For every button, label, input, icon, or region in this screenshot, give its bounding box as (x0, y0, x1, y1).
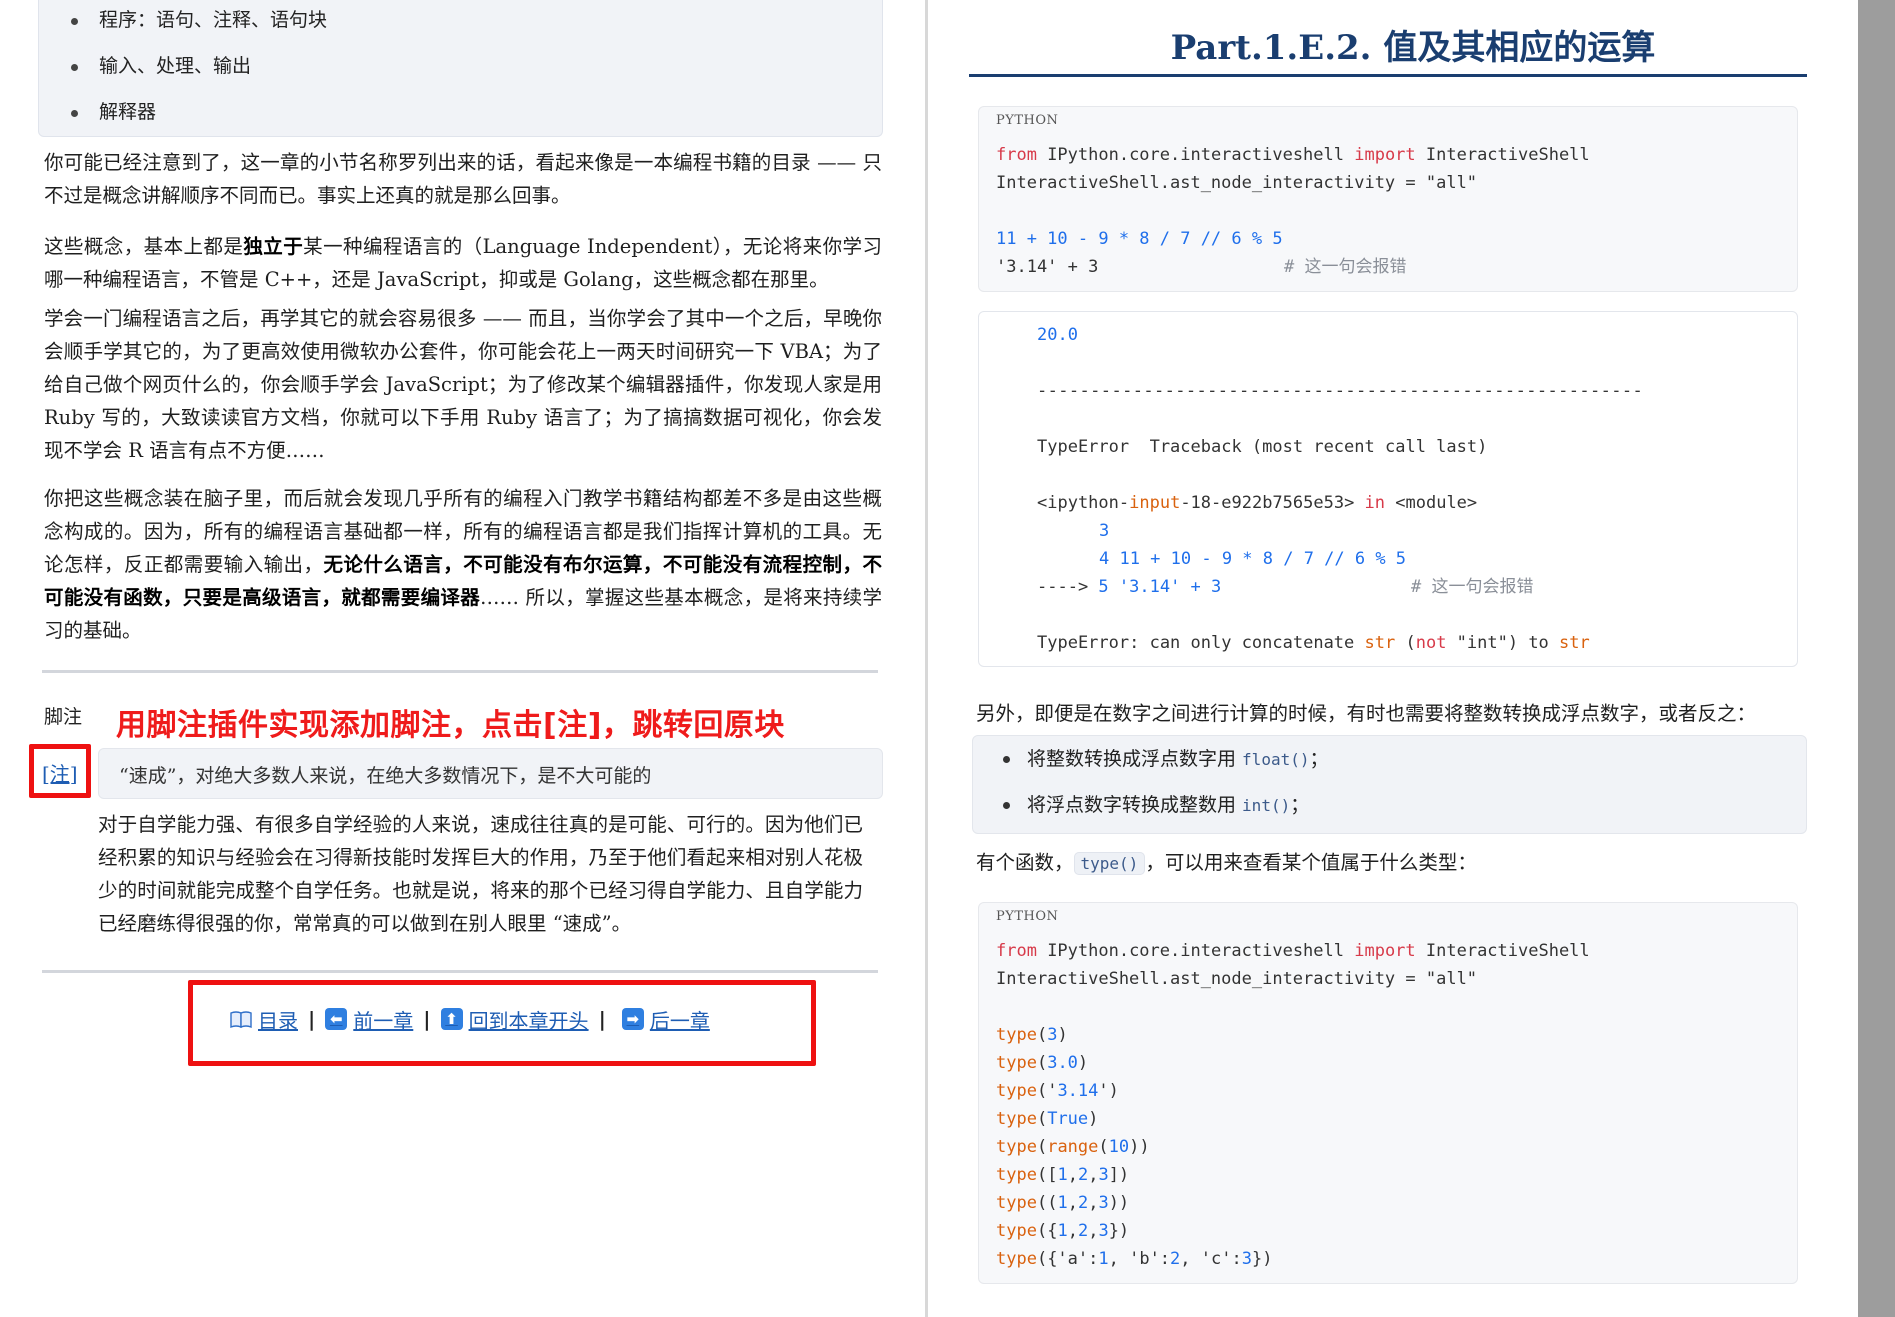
code-line: type(True) (996, 1109, 1099, 1129)
code-line: type(range(10)) (996, 1137, 1150, 1157)
highlight-box-footnote (29, 744, 91, 798)
footnotes-divider (42, 670, 878, 673)
paragraph-2: 这些概念，基本上都是独立于某一种编程语言的（Language Independe… (44, 235, 882, 291)
code-line: '3.14' + 3 # 这一句会报错 (996, 257, 1407, 277)
output-traceback-comment: # 这一句会报错 (1411, 577, 1534, 597)
code-line: from IPython.core.interactiveshell impor… (996, 145, 1590, 165)
code-language-label: PYTHON (996, 909, 1059, 924)
code-line: type({'a':1, 'b':2, 'c':3}) (996, 1249, 1273, 1269)
code-block-1[interactable]: PYTHON from IPython.core.interactiveshel… (978, 106, 1798, 292)
list-item: 输入、处理、输出 (39, 52, 882, 98)
output-block: 20.0 -----------------------------------… (978, 311, 1798, 667)
code-line: InteractiveShell.ast_node_interactivity … (996, 969, 1478, 989)
footnotes-heading: 脚注 (44, 706, 83, 728)
list-item: 程序：语句、注释、语句块 (39, 6, 882, 52)
convert-list: 将整数转换成浮点数字用 float()； 将浮点数字转换成整数用 int()； (972, 735, 1807, 834)
code-line: type((1,2,3)) (996, 1193, 1130, 1213)
title-underline (969, 74, 1807, 77)
type-paragraph: 有个函数， type() ，可以用来查看某个值属于什么类型： (976, 851, 1477, 875)
output-traceback-line: ----> 5 '3.14' + 3 (1037, 577, 1222, 597)
code-line: InteractiveShell.ast_node_interactivity … (996, 173, 1478, 193)
code-line: 11 + 10 - 9 * 8 / 7 // 6 % 5 (996, 229, 1283, 249)
nav-divider (42, 970, 878, 973)
output-location: <ipython-input-18-e922b7565e53> in <modu… (1037, 493, 1478, 513)
section-summary-box: 程序：语句、注释、语句块 输入、处理、输出 解释器 (38, 0, 883, 137)
list-item: 将浮点数字转换成整数用 int()； (973, 788, 1806, 834)
code-line: type('3.14') (996, 1081, 1119, 1101)
list-item: 解释器 (39, 98, 882, 144)
convert-paragraph: 另外，即便是在数字之间进行计算的时候，有时也需要将整数转换成浮点数字，或者反之： (976, 702, 1757, 725)
scrollbar[interactable] (1858, 0, 1895, 1317)
code-line: type([1,2,3]) (996, 1165, 1130, 1185)
code-line: type(3.0) (996, 1053, 1089, 1073)
paragraph-1: 你可能已经注意到了，这一章的小节名称罗列出来的话，看起来像是一本编程书籍的目录 … (44, 151, 882, 207)
code-line: type(3) (996, 1025, 1068, 1045)
footnote-body: 对于自学能力强、有很多自学经验的人来说，速成往往真的是可能、可行的。因为他们已经… (98, 813, 863, 935)
highlight-box-nav (188, 980, 816, 1066)
output-final-error: TypeError: can only concatenate str (not… (1037, 633, 1590, 653)
output-dashes: ----------------------------------------… (1037, 381, 1644, 401)
code-language-label: PYTHON (996, 113, 1059, 128)
code-line: from IPython.core.interactiveshell impor… (996, 941, 1590, 961)
output-result: 20.0 (1037, 325, 1078, 345)
section-title: Part.1.E.2. 值及其相应的运算 (1170, 28, 1656, 68)
left-page: 程序：语句、注释、语句块 输入、处理、输出 解释器 你可能已经注意到了，这一章的… (0, 0, 925, 1317)
section-summary-list: 程序：语句、注释、语句块 输入、处理、输出 解释器 (39, 0, 882, 144)
right-page: Part.1.E.2. 值及其相应的运算 PYTHON from IPython… (928, 0, 1858, 1317)
output-error-header: TypeError Traceback (most recent call la… (1037, 437, 1488, 457)
paragraph-3: 学会一门编程语言之后，再学其它的就会容易很多 —— 而且，当你学会了其中一个之后… (44, 307, 882, 462)
list-item: 将整数转换成浮点数字用 float()； (973, 742, 1806, 788)
code-line: type({1,2,3}) (996, 1221, 1130, 1241)
annotation-text: 用脚注插件实现添加脚注，点击[注]，跳转回原块 (116, 708, 785, 743)
output-traceback-line: 4 11 + 10 - 9 * 8 / 7 // 6 % 5 (1099, 549, 1407, 569)
output-traceback-line: 3 (1099, 521, 1110, 541)
footnote-quote: “速成”，对绝大多数人来说，在绝大多数情况下，是不大可能的 (98, 748, 883, 799)
code-block-2[interactable]: PYTHON from IPython.core.interactiveshel… (978, 902, 1798, 1284)
paragraph-4: 你把这些概念装在脑子里，而后就会发现几乎所有的编程入门教学书籍结构都差不多是由这… (44, 487, 882, 642)
